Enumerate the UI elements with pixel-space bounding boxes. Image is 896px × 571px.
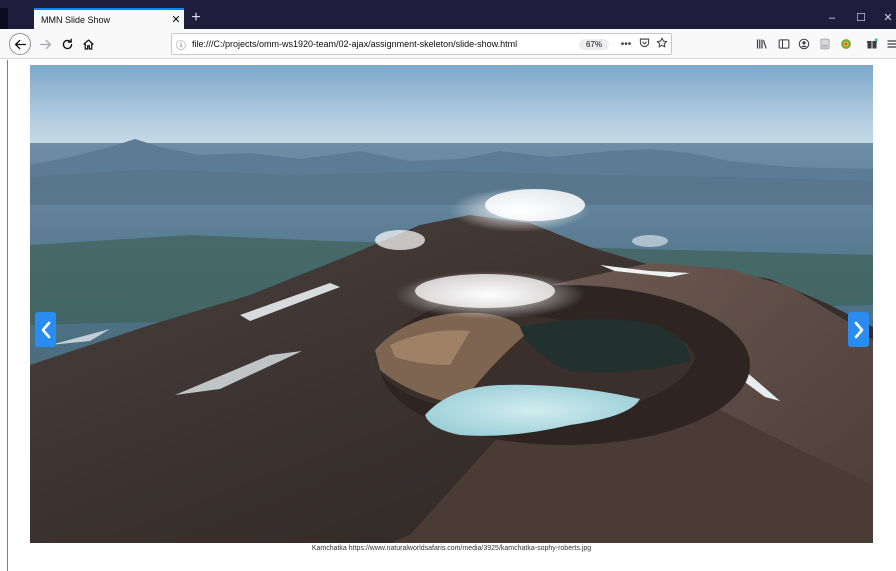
open-menu-button[interactable] bbox=[884, 36, 896, 52]
whats-new-button[interactable] bbox=[864, 36, 880, 52]
account-icon bbox=[798, 38, 810, 50]
page-actions-button[interactable]: ••• bbox=[617, 39, 635, 50]
library-button[interactable] bbox=[754, 36, 770, 52]
next-slide-button[interactable] bbox=[848, 312, 869, 347]
extension-button[interactable] bbox=[838, 36, 854, 52]
tab-title: MMN Slide Show bbox=[41, 14, 111, 25]
new-tab-button[interactable]: + bbox=[188, 10, 204, 26]
back-button[interactable] bbox=[9, 33, 31, 55]
maximize-button[interactable]: ☐ bbox=[851, 10, 871, 26]
minimize-button[interactable]: – bbox=[822, 10, 842, 26]
info-icon[interactable]: ⓘ bbox=[172, 37, 190, 52]
browser-window: MMN Slide Show ✕ + – ☐ ✕ ⓘ file:///C:/pr… bbox=[0, 0, 896, 571]
extension-icon bbox=[841, 39, 851, 49]
bookmark-button[interactable] bbox=[653, 37, 671, 52]
reader-view-button[interactable] bbox=[817, 36, 833, 52]
arrow-right-icon bbox=[39, 39, 51, 49]
reload-icon bbox=[62, 38, 72, 49]
slide-caption: Kamchatka https://www.naturalworldsafari… bbox=[311, 545, 592, 552]
star-icon bbox=[656, 37, 668, 47]
active-tab[interactable]: MMN Slide Show ✕ bbox=[34, 8, 184, 29]
arrow-left-icon bbox=[14, 39, 26, 49]
reader-icon bbox=[820, 38, 830, 50]
url-bar[interactable]: ⓘ file:///C:/projects/omm-ws1920-team/02… bbox=[171, 33, 672, 55]
tab-close-button[interactable]: ✕ bbox=[168, 13, 184, 26]
page-left-border bbox=[7, 60, 8, 571]
url-text[interactable]: file:///C:/projects/omm-ws1920-team/02-a… bbox=[190, 39, 579, 49]
home-icon bbox=[82, 38, 94, 50]
reload-button[interactable] bbox=[57, 34, 77, 54]
chevron-right-icon bbox=[854, 321, 863, 338]
hamburger-menu-icon bbox=[887, 40, 896, 48]
pocket-button[interactable] bbox=[635, 37, 653, 51]
account-button[interactable] bbox=[796, 36, 812, 52]
zoom-level-badge[interactable]: 67% bbox=[578, 38, 609, 50]
gift-icon bbox=[867, 38, 878, 49]
tab-strip: MMN Slide Show ✕ + – ☐ ✕ bbox=[0, 0, 896, 29]
slide-image bbox=[30, 65, 873, 543]
previous-slide-button[interactable] bbox=[35, 312, 56, 347]
volcano-crater-lake-picture bbox=[30, 65, 873, 543]
sidebar-icon bbox=[778, 39, 790, 49]
chevron-left-icon bbox=[41, 321, 50, 338]
close-window-button[interactable]: ✕ bbox=[878, 10, 896, 26]
home-button[interactable] bbox=[78, 34, 98, 54]
forward-button[interactable] bbox=[35, 34, 55, 54]
library-icon bbox=[756, 39, 767, 49]
tab-strip-edge bbox=[0, 8, 8, 29]
page-content: Kamchatka https://www.naturalworldsafari… bbox=[0, 60, 896, 571]
sidebar-button[interactable] bbox=[776, 36, 792, 52]
pocket-icon bbox=[639, 38, 649, 48]
navigation-toolbar: ⓘ file:///C:/projects/omm-ws1920-team/02… bbox=[0, 29, 896, 59]
